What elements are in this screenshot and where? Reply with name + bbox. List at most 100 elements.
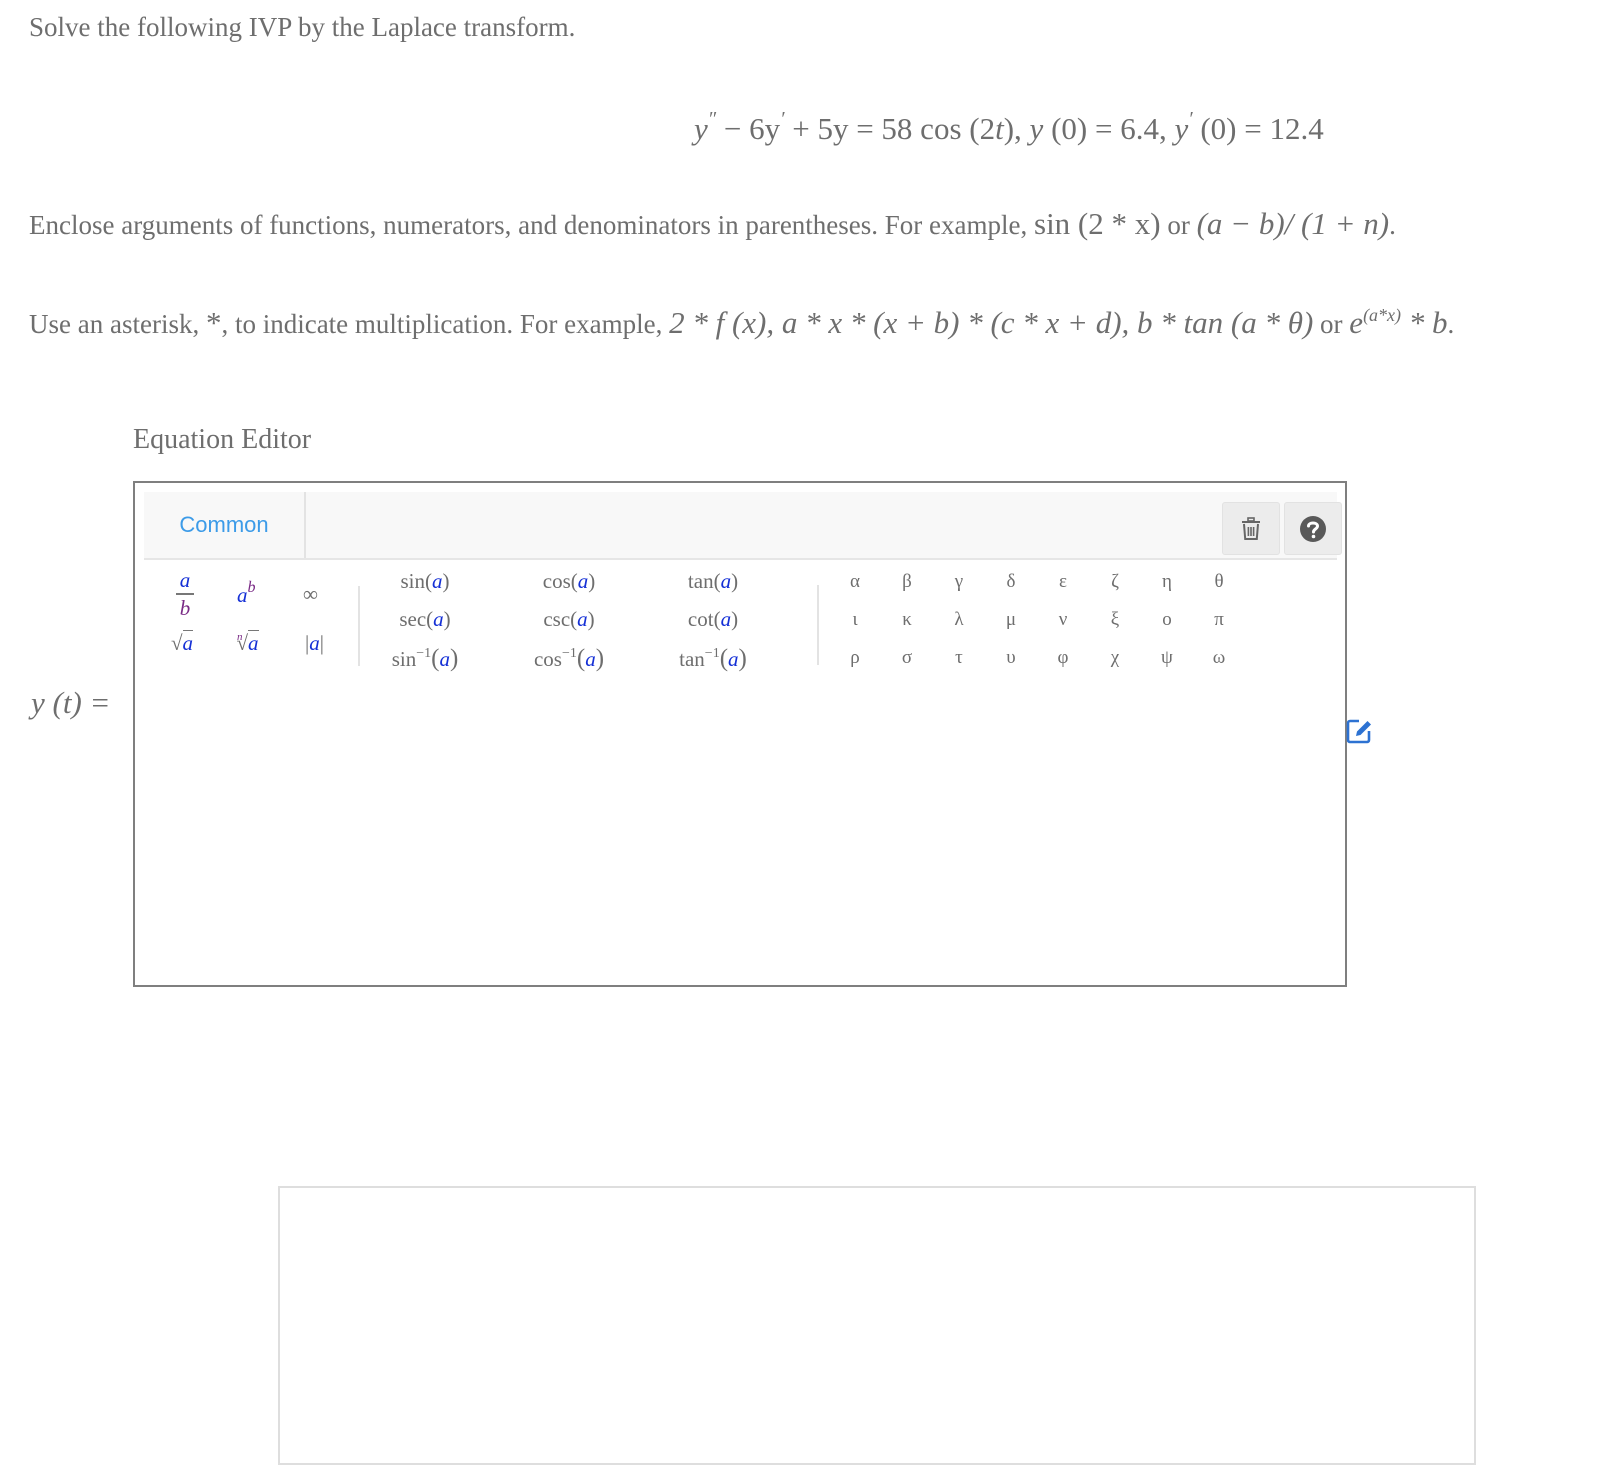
instruction-text: Enclose arguments of functions, numerato… bbox=[29, 210, 1034, 240]
fn-name: tan bbox=[687, 569, 714, 593]
example-multiplication: 2 * f (x), a * x * (x + b) * (c * x + d)… bbox=[669, 305, 1314, 340]
palette-greek-letter[interactable]: κ bbox=[895, 609, 919, 631]
palette-greek-letter[interactable]: θ bbox=[1207, 571, 1231, 593]
palette-nth-root[interactable]: n√a bbox=[237, 630, 259, 656]
instruction-asterisk: Use an asterisk, *, to indicate multipli… bbox=[29, 305, 1454, 341]
palette-power[interactable]: ab bbox=[237, 579, 256, 608]
question-circle-icon bbox=[1300, 515, 1326, 542]
paren-left: ( bbox=[425, 569, 432, 593]
abs-right: | bbox=[319, 631, 324, 655]
instruction-end: . bbox=[1389, 210, 1396, 240]
fn-arg: a bbox=[433, 607, 444, 631]
palette-abs[interactable]: |a| bbox=[305, 631, 324, 656]
palette-greek-letter[interactable]: λ bbox=[947, 609, 971, 631]
paren-right: ) bbox=[443, 607, 451, 631]
sqrt-icon: √ bbox=[171, 631, 183, 655]
palette-greek-letter[interactable]: ε bbox=[1051, 571, 1075, 593]
paren-right: ) bbox=[587, 607, 595, 631]
palette-divider bbox=[817, 585, 819, 665]
palette-greek-letter[interactable]: σ bbox=[895, 647, 919, 669]
palette-greek-letter[interactable]: π bbox=[1207, 609, 1231, 631]
palette-greek-letter[interactable]: ο bbox=[1155, 609, 1179, 631]
palette-greek-letter[interactable]: η bbox=[1155, 571, 1179, 593]
palette-fraction[interactable]: a b bbox=[173, 569, 197, 619]
palette-greek-letter[interactable]: φ bbox=[1051, 647, 1075, 669]
equation-editor: Common a b ab ∞ √a n√a |a| sin(a) cos(a)… bbox=[133, 481, 1476, 1465]
instruction-parentheses: Enclose arguments of functions, numerato… bbox=[29, 206, 1396, 242]
fn-arg: a bbox=[720, 569, 732, 593]
palette-fn-cos[interactable]: cos(a) bbox=[509, 569, 629, 594]
example-fraction: (a − b)/ (1 + n) bbox=[1196, 206, 1390, 241]
eq-part: (0) = 12.4 bbox=[1192, 111, 1324, 146]
help-button[interactable] bbox=[1284, 502, 1342, 555]
palette-fn-tan[interactable]: tan(a) bbox=[653, 569, 773, 594]
paren-right: ) bbox=[442, 569, 450, 593]
paren-left: ( bbox=[719, 645, 729, 672]
palette-greek-letter[interactable]: χ bbox=[1103, 647, 1127, 669]
palette-fn-sin[interactable]: sin(a) bbox=[365, 569, 485, 594]
palette-greek-letter[interactable]: ξ bbox=[1103, 609, 1127, 631]
instruction-or: or bbox=[1160, 210, 1197, 240]
palette-fn-sec[interactable]: sec(a) bbox=[365, 607, 485, 632]
fn-arg: a bbox=[720, 607, 732, 631]
palette-fn-cot[interactable]: cot(a) bbox=[653, 607, 773, 632]
palette-greek-letter[interactable]: ι bbox=[843, 609, 867, 631]
fn-arg: a bbox=[577, 607, 588, 631]
example-exp-base: e bbox=[1349, 305, 1364, 340]
palette-greek-letter[interactable]: α bbox=[843, 571, 867, 593]
fn-name: cot bbox=[687, 607, 714, 631]
fn-arg: a bbox=[577, 569, 589, 593]
palette-greek-letter[interactable]: τ bbox=[947, 647, 971, 669]
palette-greek-letter[interactable]: μ bbox=[999, 609, 1023, 631]
palette-fn-csc[interactable]: csc(a) bbox=[509, 607, 629, 632]
palette-greek-letter[interactable]: ψ bbox=[1155, 647, 1179, 669]
paren-left: ( bbox=[713, 569, 721, 593]
equation-editor-label: Equation Editor bbox=[133, 424, 312, 455]
eq-part: y bbox=[1174, 111, 1189, 146]
fn-inverse-sup: −1 bbox=[416, 646, 432, 661]
palette-greek-letter[interactable]: υ bbox=[999, 647, 1023, 669]
fn-name: sin bbox=[391, 647, 417, 671]
palette-greek-letter[interactable]: β bbox=[895, 571, 919, 593]
example-exp-tail: * b bbox=[1401, 305, 1448, 340]
fraction-denominator: b bbox=[179, 596, 191, 620]
trash-icon bbox=[1242, 516, 1260, 540]
paren-left: ( bbox=[713, 607, 721, 631]
palette-greek-letter[interactable]: δ bbox=[999, 571, 1023, 593]
abs-arg: a bbox=[309, 631, 320, 655]
palette-fn-sin-inverse[interactable]: sin−1(a) bbox=[365, 645, 485, 673]
edit-button[interactable] bbox=[1345, 717, 1373, 745]
edit-icon bbox=[1346, 719, 1371, 744]
eq-part: + 5y = 58 cos (2 bbox=[784, 111, 996, 146]
answer-input[interactable] bbox=[278, 1186, 1476, 1465]
palette-sqrt[interactable]: √a bbox=[171, 630, 194, 656]
sqrt-arg: a bbox=[182, 630, 194, 655]
eq-part: t bbox=[995, 111, 1004, 146]
power-exponent: b bbox=[247, 579, 256, 596]
example-sin: sin (2 * x) bbox=[1034, 206, 1161, 241]
eq-part: ), bbox=[1003, 111, 1030, 146]
palette-greek-letter[interactable]: ν bbox=[1051, 609, 1075, 631]
palette-greek-letter[interactable]: ω bbox=[1207, 647, 1231, 669]
palette-infinity[interactable]: ∞ bbox=[303, 582, 318, 607]
paren-right: ) bbox=[731, 607, 739, 631]
palette-greek-letter[interactable]: ζ bbox=[1103, 571, 1127, 593]
palette-greek-letter[interactable]: γ bbox=[947, 571, 971, 593]
instruction-or: or bbox=[1313, 309, 1350, 339]
fraction-bar bbox=[176, 593, 194, 595]
paren-right: ) bbox=[595, 645, 605, 672]
instruction-end: . bbox=[1447, 309, 1455, 339]
clear-button[interactable] bbox=[1222, 502, 1280, 555]
fn-arg: a bbox=[432, 569, 443, 593]
fn-name: cos bbox=[542, 569, 571, 593]
fn-arg: a bbox=[585, 647, 596, 671]
eq-part: − 6y bbox=[716, 111, 781, 146]
palette-fn-cos-inverse[interactable]: cos−1(a) bbox=[509, 645, 629, 673]
palette-greek-letter[interactable]: ρ bbox=[843, 647, 867, 669]
eq-part: y bbox=[1029, 111, 1044, 146]
instruction-text: Use an asterisk, bbox=[29, 309, 206, 339]
tab-common[interactable]: Common bbox=[144, 492, 306, 558]
palette-fn-tan-inverse[interactable]: tan−1(a) bbox=[653, 645, 773, 673]
paren-left: ( bbox=[576, 645, 586, 672]
fn-name: tan bbox=[679, 647, 705, 671]
